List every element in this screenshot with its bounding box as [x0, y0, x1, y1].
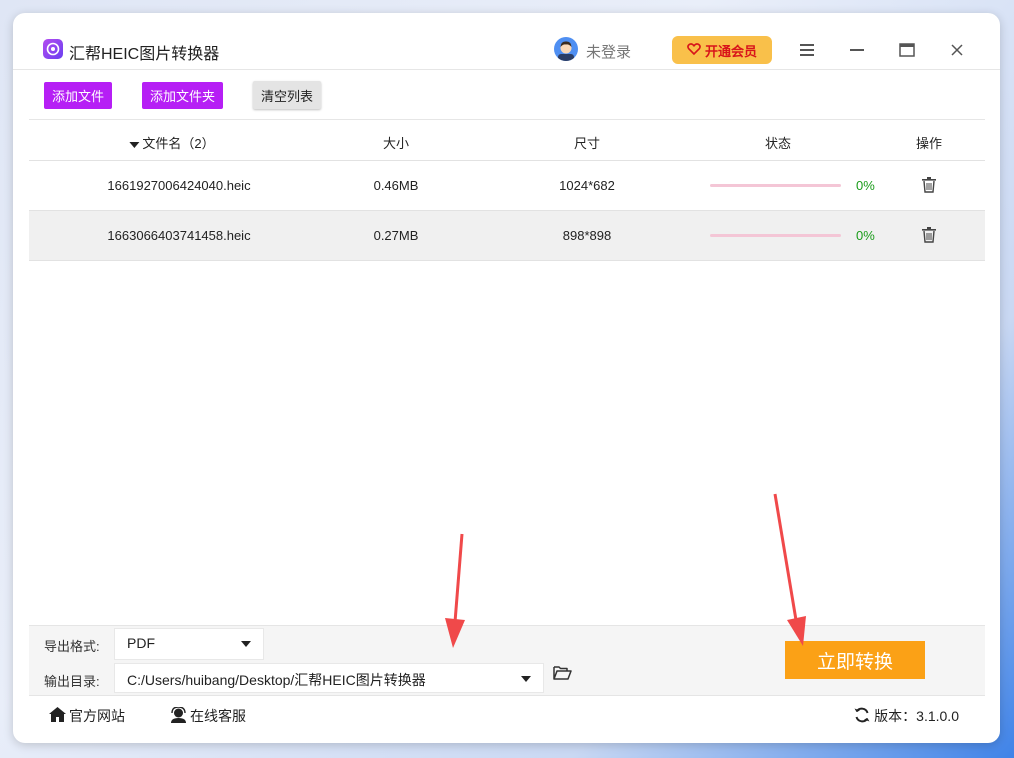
clear-list-button[interactable]: 清空列表 — [253, 81, 321, 109]
maximize-icon[interactable] — [896, 39, 918, 61]
footer-bar: 官方网站 在线客服 版本：3.1.0.0 — [29, 695, 985, 736]
vip-button[interactable]: 开通会员 — [672, 36, 772, 64]
size-header: 大小 — [382, 136, 410, 151]
online-support-link[interactable]: 在线客服 — [170, 705, 246, 726]
customer-service-icon — [170, 705, 187, 726]
filename-header[interactable]: 文件名（2） — [129, 133, 215, 152]
minimize-icon[interactable] — [846, 39, 868, 61]
chevron-down-icon — [521, 676, 531, 682]
dimensions-header: 尺寸 — [573, 136, 601, 151]
format-select[interactable]: PDF — [114, 628, 264, 660]
close-icon[interactable] — [946, 39, 968, 61]
table-row[interactable]: 1663066403741458.heic 0.27MB 898*898 0% — [29, 211, 985, 261]
vip-heart-icon — [687, 42, 701, 59]
table-header: 文件名（2） 大小 尺寸 状态 操作 — [29, 119, 985, 161]
add-folder-button[interactable]: 添加文件夹 — [142, 82, 223, 109]
menu-icon[interactable] — [796, 39, 818, 61]
row-percent: 0% — [856, 178, 875, 193]
row-dimensions: 898*898 — [562, 228, 612, 243]
convert-now-button[interactable]: 立即转换 — [785, 641, 925, 679]
vip-label: 开通会员 — [704, 43, 757, 59]
app-title: 汇帮HEIC图片转换器 — [69, 46, 220, 63]
row-filename: 1663066403741458.heic — [107, 228, 251, 243]
version-info: 版本：3.1.0.0 — [854, 706, 959, 726]
login-status[interactable]: 未登录 — [586, 41, 631, 62]
online-support-label: 在线客服 — [190, 708, 246, 724]
format-value: PDF — [127, 635, 155, 651]
chevron-down-icon — [241, 641, 251, 647]
row-progress-bar — [710, 234, 841, 237]
app-logo-icon — [43, 39, 63, 59]
output-dir-select[interactable]: C:/Users/huibang/Desktop/汇帮HEIC图片转换器 — [114, 663, 544, 693]
format-label: 导出格式: — [44, 639, 100, 654]
row-progress-bar — [710, 184, 841, 187]
row-size: 0.27MB — [373, 228, 419, 243]
folder-open-icon[interactable] — [553, 665, 572, 685]
row-filename: 1661927006424040.heic — [107, 178, 251, 193]
output-dir-label: 输出目录: — [44, 674, 100, 689]
sort-down-icon — [129, 141, 140, 148]
actions-header: 操作 — [915, 136, 943, 151]
version-label: 版本：3.1.0.0 — [874, 708, 959, 724]
title-bar: 汇帮HEIC图片转换器 未登录 开通会员 — [13, 13, 1000, 70]
row-dimensions: 1024*682 — [559, 178, 615, 193]
home-icon — [49, 707, 66, 725]
delete-icon[interactable] — [922, 227, 936, 246]
delete-icon[interactable] — [922, 177, 936, 196]
status-header: 状态 — [764, 136, 792, 151]
file-table: 文件名（2） 大小 尺寸 状态 操作 1661927006424040.heic… — [29, 119, 985, 261]
output-dir-value: C:/Users/huibang/Desktop/汇帮HEIC图片转换器 — [127, 672, 426, 688]
table-row[interactable]: 1661927006424040.heic 0.46MB 1024*682 0% — [29, 161, 985, 211]
row-percent: 0% — [856, 228, 875, 243]
add-file-button[interactable]: 添加文件 — [44, 82, 112, 109]
user-avatar-icon[interactable] — [554, 37, 578, 61]
refresh-icon[interactable] — [854, 707, 870, 726]
app-window: 汇帮HEIC图片转换器 未登录 开通会员 添加文件 添加文件夹 清空列表 文件名… — [13, 13, 1000, 743]
official-website-link[interactable]: 官方网站 — [49, 706, 125, 726]
row-size: 0.46MB — [373, 178, 419, 193]
official-website-label: 官方网站 — [69, 708, 125, 724]
